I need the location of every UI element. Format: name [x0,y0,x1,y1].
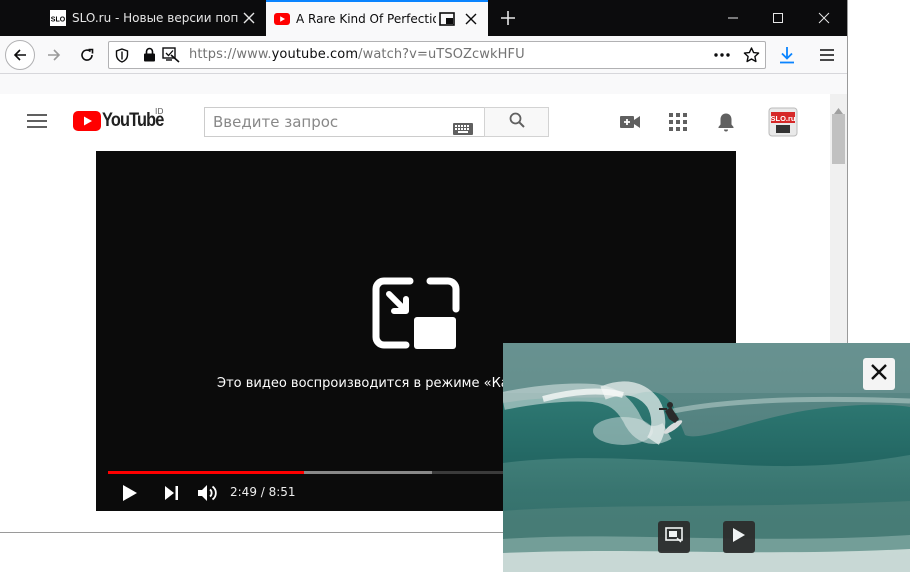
back-to-tab-icon [665,527,683,547]
play-icon [732,527,746,547]
star-icon[interactable] [743,47,760,67]
pip-window[interactable] [503,343,910,572]
create-video-icon[interactable] [620,114,640,133]
url-text[interactable]: https://www.youtube.com/watch?v=uTSOZcwk… [189,42,525,68]
region-code: ID [155,107,164,116]
time-display: 2:49 / 8:51 [230,485,296,499]
scrollbar-thumb[interactable] [832,114,845,164]
lock-icon[interactable] [143,47,156,66]
close-icon[interactable] [460,8,482,30]
shield-icon[interactable] [115,48,129,67]
tab-youtube[interactable]: A Rare Kind Of Perfection - [266,0,488,36]
volume-icon[interactable] [197,483,218,507]
navigation-toolbar: https://www.youtube.com/watch?v=uTSOZcwk… [0,36,847,74]
minimize-icon[interactable] [710,0,756,36]
notifications-bell-icon[interactable] [717,112,735,136]
pip-play-button[interactable] [723,521,755,553]
progress-played [108,471,304,474]
url-path: /watch?v=uTSOZcwkHFU [358,47,525,62]
pip-close-button[interactable] [863,358,895,390]
guide-menu-icon[interactable] [27,113,47,133]
slo-icon: SLO [50,10,66,26]
apps-grid-icon[interactable] [669,113,687,135]
close-icon[interactable] [238,7,260,29]
youtube-logo-icon [73,111,101,131]
hamburger-menu-icon[interactable] [812,40,842,70]
keyboard-icon[interactable] [453,116,473,144]
url-domain: youtube.com [271,47,359,62]
url-bar[interactable]: https://www.youtube.com/watch?v=uTSOZcwk… [108,41,766,69]
avatar-text: SLO.ru [770,114,795,123]
url-prefix: https://www. [189,47,272,62]
search-placeholder: Введите запрос [213,113,339,131]
permissions-icon[interactable] [162,47,180,67]
back-to-tab-button[interactable] [658,521,690,553]
picture-in-picture-icon[interactable] [436,8,458,30]
tab-title: SLO.ru - Новые версии попул [72,11,238,25]
slo-favicon-text: SLO [51,17,66,24]
surfer-wave-image [503,343,910,572]
tab-slo[interactable]: SLO SLO.ru - Новые версии попул [42,0,266,36]
reload-icon[interactable] [72,40,102,70]
picture-in-picture-icon [372,277,460,353]
avatar[interactable]: SLO.ru [768,107,798,141]
more-dots-icon[interactable] [713,45,731,69]
youtube-logo[interactable]: YouTube ID [73,107,173,132]
new-tab-icon[interactable] [494,4,522,32]
window-close-icon[interactable] [801,0,847,36]
play-icon[interactable] [122,484,138,506]
search-input[interactable]: Введите запрос [204,107,484,137]
close-icon [870,363,888,385]
tab-title: A Rare Kind Of Perfection - [296,12,436,26]
search-icon [509,112,525,132]
tab-strip: SLO SLO.ru - Новые версии попул A Rare K… [0,0,847,36]
back-arrow-icon[interactable] [5,40,35,70]
pip-message: Это видео воспроизводится в режиме «Карт [217,376,525,391]
youtube-icon [274,11,290,27]
forward-arrow-icon[interactable] [39,40,69,70]
youtube-header: YouTube ID Введите запрос SLO.ru [0,94,830,151]
search-button[interactable] [484,107,549,137]
next-icon[interactable] [164,485,179,505]
maximize-icon[interactable] [755,0,801,36]
download-arrow-icon[interactable] [772,40,802,70]
